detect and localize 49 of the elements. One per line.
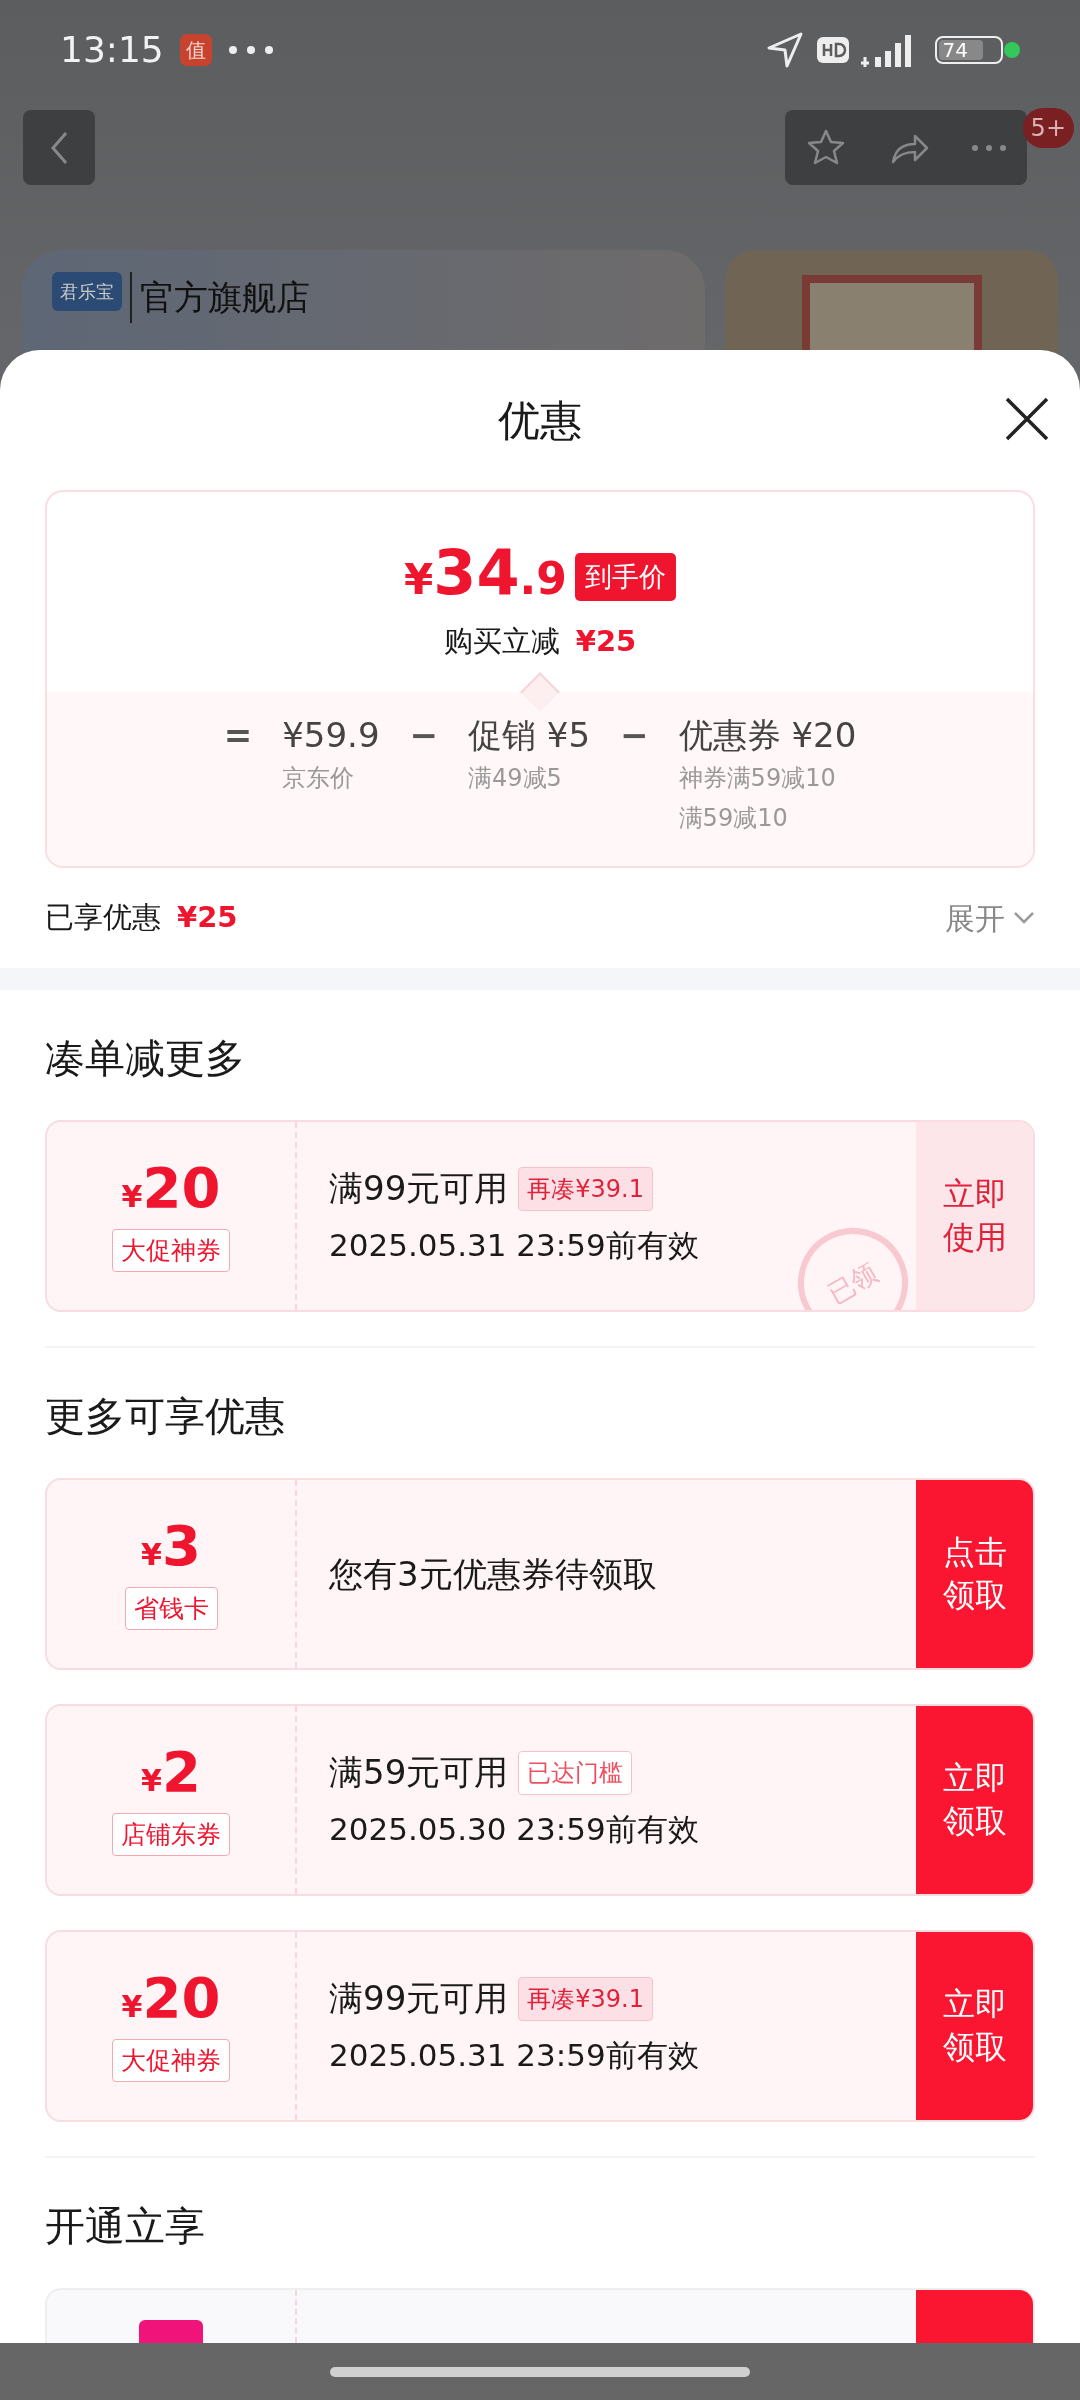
battery-level: 74	[942, 37, 968, 64]
coupon-message: 您有3元优惠券待领取	[329, 1552, 658, 1596]
coupon-type: 大促神券	[112, 1228, 230, 1273]
price-term: 促销 ¥5	[468, 714, 591, 756]
operator-sign: −	[620, 714, 649, 756]
discount-amount: ¥25	[177, 899, 238, 937]
operator-sign: −	[409, 714, 439, 756]
discount-label: 已享优惠	[45, 899, 161, 937]
brand-logo: 君乐宝	[52, 272, 122, 311]
final-price: ¥34.9	[404, 542, 567, 611]
saving-label: 购买立减	[443, 623, 560, 660]
coupon-amount: ¥2	[141, 1743, 201, 1803]
price-term: ¥59.9	[282, 714, 380, 756]
coupon-type: 店铺东券	[112, 1812, 230, 1857]
coupon-validity: 2025.05.31 23:59前有效	[329, 1226, 700, 1266]
status-time: 13:15	[60, 28, 164, 72]
section-heading: 开通立享	[45, 2202, 206, 2251]
expand-toggle[interactable]: 展开	[945, 895, 1035, 941]
price-tag: 到手价	[574, 552, 676, 602]
use-button[interactable]: 立即使用	[916, 1122, 1033, 1310]
coupon-condition: 满99元可用	[329, 1977, 509, 2021]
claim-button[interactable]: 立即领取	[916, 1706, 1033, 1894]
term-note: 京东价	[282, 763, 356, 794]
section-heading: 更多可享优惠	[45, 1392, 286, 1441]
threshold-tag: 再凑¥39.1	[518, 1166, 653, 1211]
notification-count: 5+	[1022, 108, 1074, 148]
threshold-tag: 已达门槛	[518, 1750, 633, 1795]
coupon-type: 省钱卡	[124, 1586, 218, 1631]
app-notification-icon: 值	[179, 34, 212, 66]
coupon-condition: 满99元可用	[329, 1167, 509, 1211]
sheet-title: 优惠	[498, 394, 582, 447]
coupon-amount: ¥20	[121, 1159, 221, 1219]
term-note: 神券满59减10	[678, 763, 837, 794]
claim-button[interactable]: 立即领取	[916, 1932, 1033, 2120]
claim-button[interactable]: 点击领取	[916, 1480, 1033, 1668]
threshold-tag: 再凑¥39.1	[518, 1976, 653, 2021]
coupon-amount: ¥3	[141, 1517, 201, 1577]
coupon-validity: 2025.05.30 23:59前有效	[329, 1810, 700, 1850]
operator-sign: =	[223, 714, 253, 756]
coupon-amount: ¥20	[121, 1969, 221, 2029]
term-note: 满49减5	[468, 763, 563, 794]
store-label: 官方旗舰店	[130, 272, 310, 323]
section-heading: 凑单减更多	[45, 1034, 246, 1083]
price-term: 优惠券 ¥20	[678, 714, 857, 756]
coupon-validity: 2025.05.31 23:59前有效	[329, 2036, 700, 2076]
saving-amount: ¥25	[575, 623, 637, 660]
term-note: 满59减10	[678, 803, 789, 834]
coupon-type: 大促神券	[112, 2038, 230, 2083]
coupon-condition: 满59元可用	[329, 1751, 509, 1795]
